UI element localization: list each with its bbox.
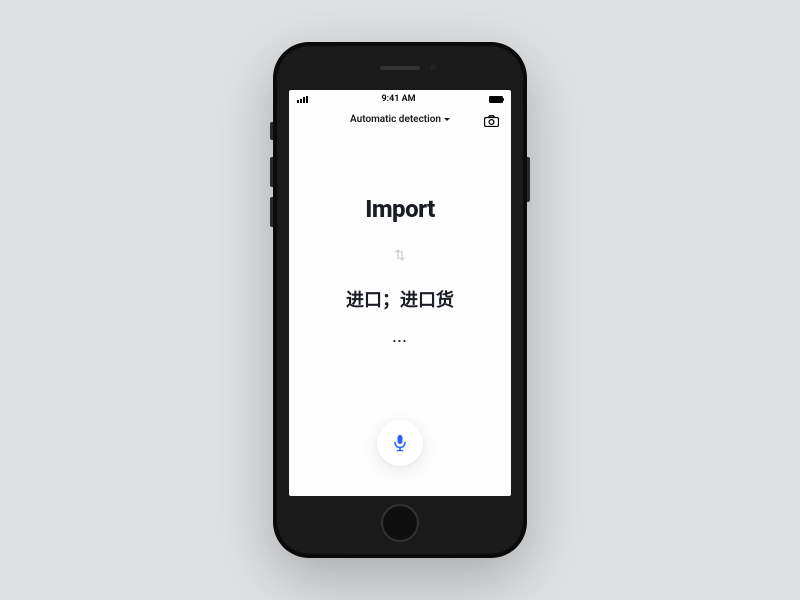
mute-switch — [270, 122, 273, 140]
app-header: Automatic detection — [289, 108, 511, 139]
battery-icon — [489, 96, 503, 103]
status-time: 9:41 AM — [382, 94, 416, 104]
signal-icon — [297, 95, 308, 103]
status-battery — [489, 96, 503, 103]
swap-icon — [394, 248, 406, 262]
microphone-icon — [393, 434, 407, 452]
volume-up-button — [270, 157, 273, 187]
phone-frame: 9:41 AM Automatic detection — [273, 42, 527, 558]
earpiece-speaker — [380, 66, 420, 70]
target-text[interactable]: 进口；进口货 — [346, 286, 454, 312]
camera-button[interactable] — [484, 112, 499, 131]
translation-content: Import 进口；进口货 ... — [289, 139, 511, 420]
language-selector-label: Automatic detection — [350, 114, 441, 125]
screen: 9:41 AM Automatic detection — [289, 90, 511, 496]
home-button[interactable] — [381, 504, 419, 542]
chevron-down-icon — [444, 118, 450, 121]
mic-area — [289, 420, 511, 496]
swap-languages-button[interactable] — [394, 247, 406, 266]
camera-icon — [484, 115, 499, 127]
status-signal — [297, 95, 308, 103]
more-results-indicator[interactable]: ... — [392, 330, 407, 346]
volume-down-button — [270, 197, 273, 227]
front-camera — [430, 64, 437, 71]
phone-bezel: 9:41 AM Automatic detection — [277, 46, 523, 554]
language-selector[interactable]: Automatic detection — [350, 114, 450, 125]
status-bar: 9:41 AM — [289, 90, 511, 108]
microphone-button[interactable] — [377, 420, 423, 466]
source-text[interactable]: Import — [365, 195, 435, 223]
power-button — [527, 157, 530, 202]
